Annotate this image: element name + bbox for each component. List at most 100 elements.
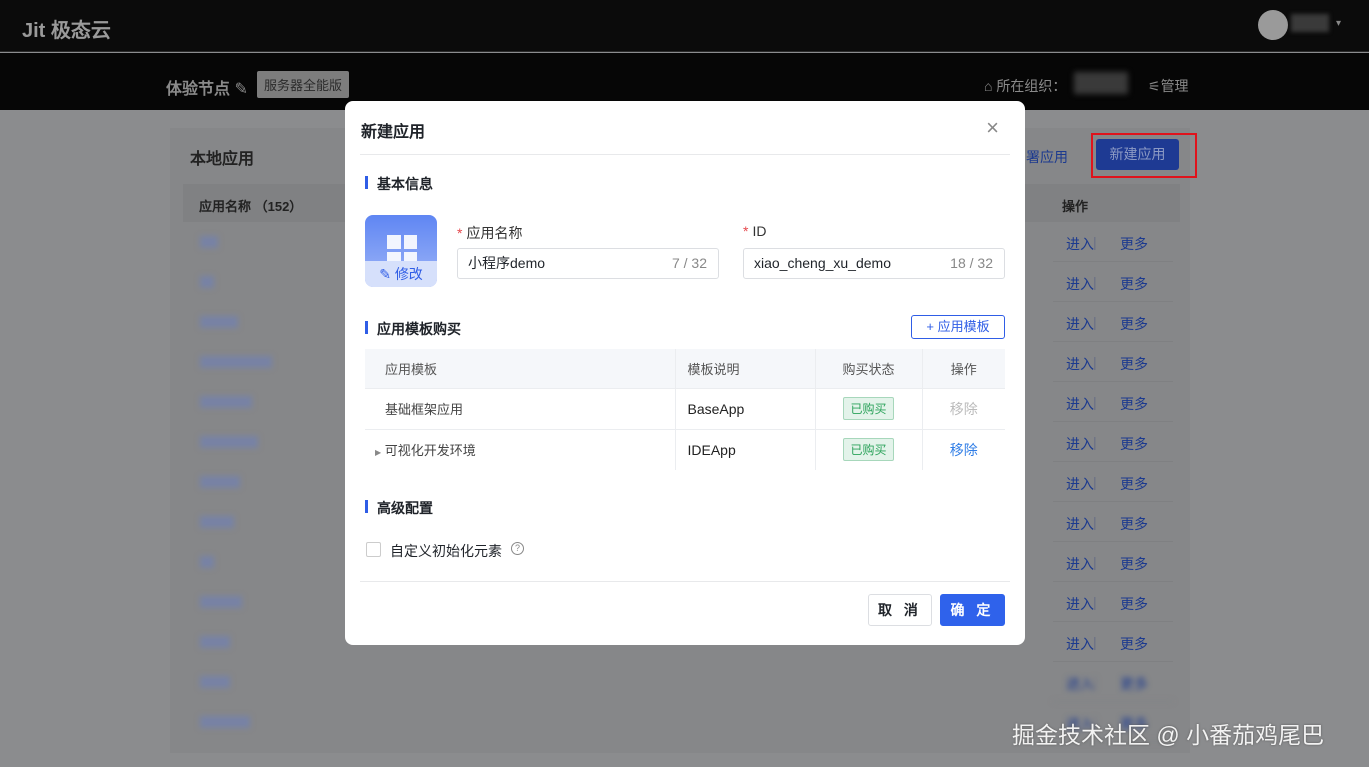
id-input[interactable]: xiao_cheng_xu_demo 18 / 32 xyxy=(743,248,1005,279)
more-link[interactable]: 更多 xyxy=(1120,634,1148,654)
app-name-blurred[interactable] xyxy=(200,276,214,288)
more-link[interactable]: 更多 xyxy=(1120,274,1148,294)
custom-init-checkbox[interactable] xyxy=(366,542,381,557)
separator: | xyxy=(1093,394,1097,410)
more-link[interactable]: 更多 xyxy=(1120,554,1148,574)
table-row: 进入 | 更多 xyxy=(1053,462,1173,502)
app-icon[interactable]: ✎ 修改 xyxy=(365,215,437,287)
table-row: 进入 | 更多 xyxy=(1053,502,1173,542)
enter-link[interactable]: 进入 xyxy=(1066,314,1094,334)
status-badge: 已购买 xyxy=(843,438,894,462)
separator: | xyxy=(1093,274,1097,290)
table-row: 进入 | 更多 xyxy=(1053,222,1173,262)
section-advanced: 高级配置 xyxy=(365,498,433,518)
table-row: 进入 | 更多 xyxy=(1053,302,1173,342)
enter-link[interactable]: 进入 xyxy=(1066,434,1094,454)
more-link[interactable]: 更多 xyxy=(1120,674,1148,694)
more-link[interactable]: 更多 xyxy=(1120,234,1148,254)
app-name-blurred[interactable] xyxy=(200,676,230,688)
section-basic-info: 基本信息 xyxy=(365,174,433,194)
chevron-down-icon[interactable]: ▾ xyxy=(1336,18,1341,29)
logo[interactable]: Jit 极态云 xyxy=(22,14,111,43)
more-link[interactable]: 更多 xyxy=(1120,434,1148,454)
more-link[interactable]: 更多 xyxy=(1120,394,1148,414)
user-avatar[interactable] xyxy=(1258,10,1288,40)
deploy-app-link[interactable]: 署应用 xyxy=(1026,147,1068,167)
edit-icon-label: 修改 xyxy=(394,266,423,282)
separator: | xyxy=(1093,514,1097,530)
remove-button[interactable]: 移除 xyxy=(950,442,978,458)
template-desc: IDEApp xyxy=(675,428,816,470)
building-icon: ⌂ xyxy=(984,78,993,94)
new-app-dialog: 新建应用 × 基本信息 ✎ 修改 * 应用名称 小程序demo 7 / 32 * ID… xyxy=(345,101,1025,645)
more-link[interactable]: 更多 xyxy=(1120,594,1148,614)
enter-link[interactable]: 进入 xyxy=(1066,594,1094,614)
app-name-blurred[interactable] xyxy=(200,596,242,608)
separator: | xyxy=(1093,594,1097,610)
enter-link[interactable]: 进入 xyxy=(1066,674,1094,694)
watermark: 掘金技术社区 @ 小番茄鸡尾巴 xyxy=(1012,722,1325,748)
th-template: 应用模板 xyxy=(365,349,676,388)
table-row: 进入 | 更多 xyxy=(1053,662,1173,702)
enter-link[interactable]: 进入 xyxy=(1066,354,1094,374)
table-row: ▶ 可视化开发环境 IDEApp 已购买 移除 xyxy=(365,428,1005,470)
separator: | xyxy=(1093,234,1097,250)
node-title[interactable]: 体验节点 ✎ xyxy=(166,75,248,99)
enter-link[interactable]: 进入 xyxy=(1066,474,1094,494)
status-badge: 已购买 xyxy=(843,397,894,420)
app-name-blurred[interactable] xyxy=(200,436,258,448)
remove-button: 移除 xyxy=(949,400,978,417)
more-link[interactable]: 更多 xyxy=(1120,354,1148,374)
top-bar: Jit 极态云 ▾ xyxy=(0,0,1369,52)
add-template-button[interactable]: + 应用模板 xyxy=(911,315,1005,339)
char-count: 18 / 32 xyxy=(950,255,993,271)
char-count: 7 / 32 xyxy=(671,255,707,271)
separator: | xyxy=(1093,314,1097,330)
enter-link[interactable]: 进入 xyxy=(1066,274,1094,294)
app-name-blurred[interactable] xyxy=(200,316,238,328)
separator: | xyxy=(1093,434,1097,450)
confirm-button[interactable]: 确 定 xyxy=(940,594,1005,626)
enter-link[interactable]: 进入 xyxy=(1066,554,1094,574)
enter-link[interactable]: 进入 xyxy=(1066,634,1094,654)
template-name: 可视化开发环境 xyxy=(384,443,476,459)
enter-link[interactable]: 进入 xyxy=(1066,514,1094,534)
app-name-label: * 应用名称 xyxy=(457,225,523,241)
id-label: * ID xyxy=(743,223,767,239)
cancel-button[interactable]: 取 消 xyxy=(868,594,932,626)
org-label: ⌂ 所在组织： xyxy=(984,76,1066,96)
highlight-box xyxy=(1091,133,1197,178)
more-link[interactable]: 更多 xyxy=(1120,314,1148,334)
table-row: 进入 | 更多 xyxy=(1053,542,1173,582)
table-row: 进入 | 更多 xyxy=(1053,622,1173,662)
app-name-blurred[interactable] xyxy=(200,516,234,528)
edit-icon[interactable]: ✎ xyxy=(234,81,247,98)
app-name-blurred[interactable] xyxy=(200,476,240,488)
app-name-blurred[interactable] xyxy=(200,236,218,248)
th-action: 操作 xyxy=(922,349,1005,388)
edit-icon-button[interactable]: ✎ 修改 xyxy=(365,261,437,287)
separator: | xyxy=(1093,674,1097,690)
more-link[interactable]: 更多 xyxy=(1120,514,1148,534)
more-link[interactable]: 更多 xyxy=(1120,474,1148,494)
th-status: 购买状态 xyxy=(815,349,923,388)
enter-link[interactable]: 进入 xyxy=(1066,394,1094,414)
manage-link[interactable]: ⚟管理 xyxy=(1148,76,1189,96)
app-name-blurred[interactable] xyxy=(200,716,250,728)
app-name-blurred[interactable] xyxy=(200,396,252,408)
separator: | xyxy=(1093,634,1097,650)
app-name-input[interactable]: 小程序demo 7 / 32 xyxy=(457,248,719,279)
app-name-blurred[interactable] xyxy=(200,556,214,568)
close-icon[interactable]: × xyxy=(986,115,999,141)
help-icon[interactable]: ? xyxy=(511,542,524,555)
card-title: 本地应用 xyxy=(190,151,255,168)
app-name-value: 小程序demo xyxy=(468,255,546,271)
app-name-blurred[interactable] xyxy=(200,356,272,368)
user-name-blurred xyxy=(1291,14,1329,32)
expand-icon[interactable]: ▶ xyxy=(375,448,381,457)
enter-link[interactable]: 进入 xyxy=(1066,234,1094,254)
custom-init-label[interactable]: 自定义初始化元素 xyxy=(390,541,502,561)
template-table: 应用模板 模板说明 购买状态 操作 基础框架应用 BaseApp 已购买 移除 … xyxy=(365,349,1005,470)
section-template-purchase: 应用模板购买 xyxy=(365,319,461,339)
app-name-blurred[interactable] xyxy=(200,636,230,648)
